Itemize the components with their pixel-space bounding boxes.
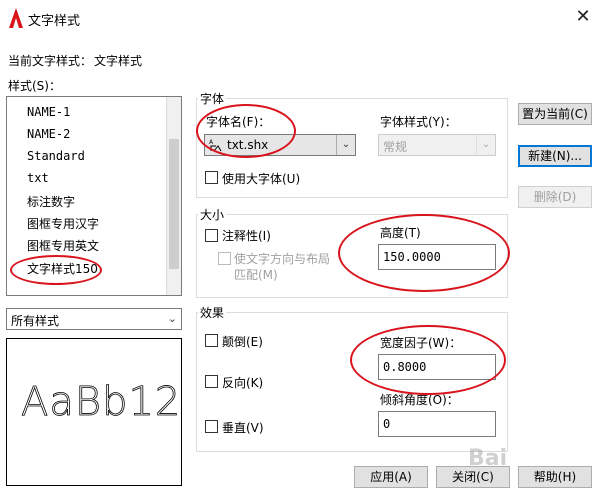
match-orientation-label-line1: 使文字方向与布局 bbox=[234, 252, 331, 266]
upside-down-checkbox[interactable] bbox=[205, 334, 218, 347]
new-style-button[interactable]: 新建(N)... bbox=[518, 145, 592, 167]
preview-text: AaBb123 bbox=[21, 379, 182, 426]
style-list[interactable]: NAME-1 NAME-2 Standard txt 标注数字 图框专用汉字 图… bbox=[6, 96, 182, 296]
list-scrollbar-thumb[interactable] bbox=[169, 139, 179, 269]
style-item-standard[interactable]: Standard bbox=[27, 149, 85, 163]
vertical-checkbox[interactable] bbox=[205, 420, 218, 433]
oblique-angle-value: 0 bbox=[383, 417, 391, 431]
current-style-label: 当前文字样式： bbox=[8, 54, 93, 68]
style-item-name-1[interactable]: NAME-1 bbox=[27, 105, 70, 119]
match-orientation-checkbox[interactable] bbox=[218, 252, 231, 265]
style-item-frame-english[interactable]: 图框专用英文 bbox=[27, 237, 99, 254]
style-item-frame-chinese[interactable]: 图框专用汉字 bbox=[27, 215, 99, 232]
width-factor-input[interactable]: 0.8000 bbox=[378, 354, 496, 380]
upside-down-label: 颠倒(E) bbox=[222, 335, 263, 349]
list-scrollbar[interactable] bbox=[166, 97, 181, 295]
font-name-dropdown[interactable]: A txt.shx ⌄ bbox=[204, 134, 356, 156]
style-item-selected[interactable]: 文字样式150 bbox=[27, 260, 98, 277]
backwards-label: 反向(K) bbox=[222, 376, 264, 390]
style-item-name-2[interactable]: NAME-2 bbox=[27, 127, 70, 141]
autocad-app-icon bbox=[9, 8, 23, 28]
style-preview: AaBb123 bbox=[6, 338, 182, 486]
match-orientation-label-line2: 匹配(M) bbox=[234, 268, 278, 282]
style-filter-dropdown[interactable]: 所有样式 ⌄ bbox=[6, 308, 182, 330]
oblique-angle-input[interactable]: 0 bbox=[378, 411, 496, 437]
svg-text:A: A bbox=[209, 139, 214, 146]
styles-label: 样式(S)： bbox=[8, 79, 61, 93]
chevron-down-icon: ⌄ bbox=[167, 312, 177, 325]
apply-button[interactable]: 应用(A) bbox=[354, 466, 428, 488]
oblique-angle-label: 倾斜角度(O)： bbox=[380, 393, 459, 407]
font-style-value: 常规 bbox=[383, 140, 408, 154]
set-current-button[interactable]: 置为当前(C) bbox=[518, 103, 592, 125]
vertical-label: 垂直(V) bbox=[222, 421, 264, 435]
current-style-value: 文字样式 bbox=[94, 54, 143, 68]
size-group-title: 大小 bbox=[198, 206, 227, 223]
annotative-checkbox[interactable] bbox=[205, 229, 218, 242]
close-icon[interactable]: ✕ bbox=[572, 6, 594, 28]
watermark: Bai bbox=[468, 446, 508, 471]
font-group-title: 字体 bbox=[198, 90, 227, 107]
delete-style-button[interactable]: 删除(D) bbox=[518, 186, 592, 208]
title-bar bbox=[0, 0, 600, 40]
font-name-value: txt.shx bbox=[227, 138, 269, 152]
style-item-dimension-numbers[interactable]: 标注数字 bbox=[27, 193, 75, 210]
use-big-font-label: 使用大字体(U) bbox=[222, 172, 301, 186]
height-label: 高度(T) bbox=[380, 226, 421, 240]
height-value: 150.0000 bbox=[383, 250, 441, 264]
font-name-label: 字体名(F)： bbox=[206, 115, 271, 129]
use-big-font-checkbox[interactable] bbox=[205, 171, 218, 184]
font-style-dropdown[interactable]: 常规 ⌄ bbox=[378, 134, 496, 156]
style-item-txt[interactable]: txt bbox=[27, 171, 49, 185]
chevron-down-icon: ⌄ bbox=[336, 135, 355, 155]
chevron-down-icon: ⌄ bbox=[476, 135, 495, 155]
style-filter-value: 所有样式 bbox=[11, 314, 60, 328]
font-style-label: 字体样式(Y)： bbox=[380, 115, 457, 129]
height-input[interactable]: 150.0000 bbox=[378, 244, 496, 270]
window-title: 文字样式 bbox=[28, 14, 81, 29]
width-factor-label: 宽度因子(W)： bbox=[380, 336, 462, 350]
annotative-label: 注释性(I) bbox=[222, 229, 271, 243]
width-factor-value: 0.8000 bbox=[383, 360, 427, 374]
help-button[interactable]: 帮助(H) bbox=[518, 466, 592, 488]
backwards-checkbox[interactable] bbox=[205, 375, 218, 388]
shx-font-icon: A bbox=[209, 139, 222, 152]
effect-group-title: 效果 bbox=[198, 304, 227, 321]
